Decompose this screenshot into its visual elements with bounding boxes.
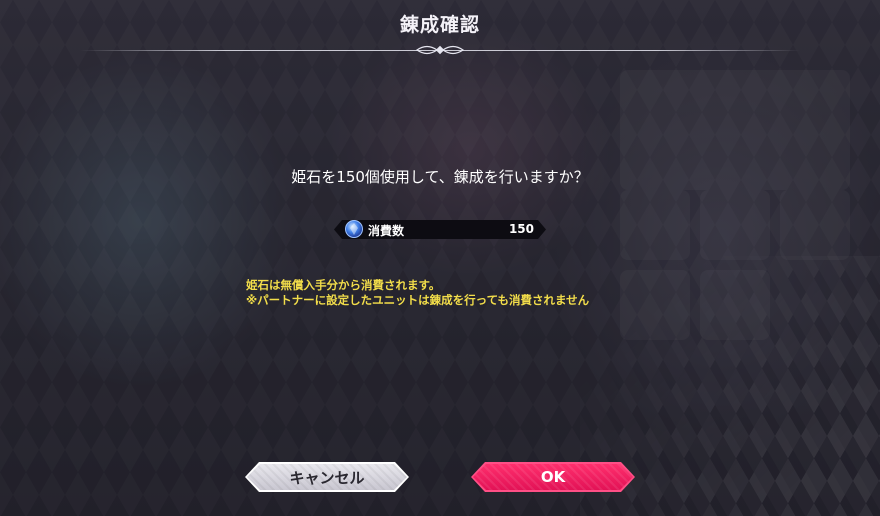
note-partner-unit: ※パートナーに設定したユニットは錬成を行っても消費されません bbox=[246, 293, 590, 307]
confirm-message: 姫石を150個使用して、錬成を行いますか？ bbox=[291, 168, 589, 186]
note-free-stones: 姫石は無償入手分から消費されます。 bbox=[246, 278, 441, 292]
dim-overlay bbox=[0, 0, 880, 516]
cost-value: 150 bbox=[508, 222, 534, 236]
ok-button-label: OK bbox=[540, 468, 566, 486]
cancel-button-label: キャンセル bbox=[289, 468, 365, 487]
gem-icon bbox=[345, 220, 363, 238]
ok-button[interactable]: OK bbox=[471, 462, 635, 492]
cancel-button[interactable]: キャンセル bbox=[245, 462, 409, 492]
screen: 錬成確認 姫石を150個使用して、錬成を行いますか？ 消費数 150 姫石は無償… bbox=[0, 0, 880, 516]
ornament-icon bbox=[415, 45, 465, 55]
cost-label: 消費数 bbox=[368, 224, 405, 238]
dialog-title: 錬成確認 bbox=[399, 14, 480, 36]
